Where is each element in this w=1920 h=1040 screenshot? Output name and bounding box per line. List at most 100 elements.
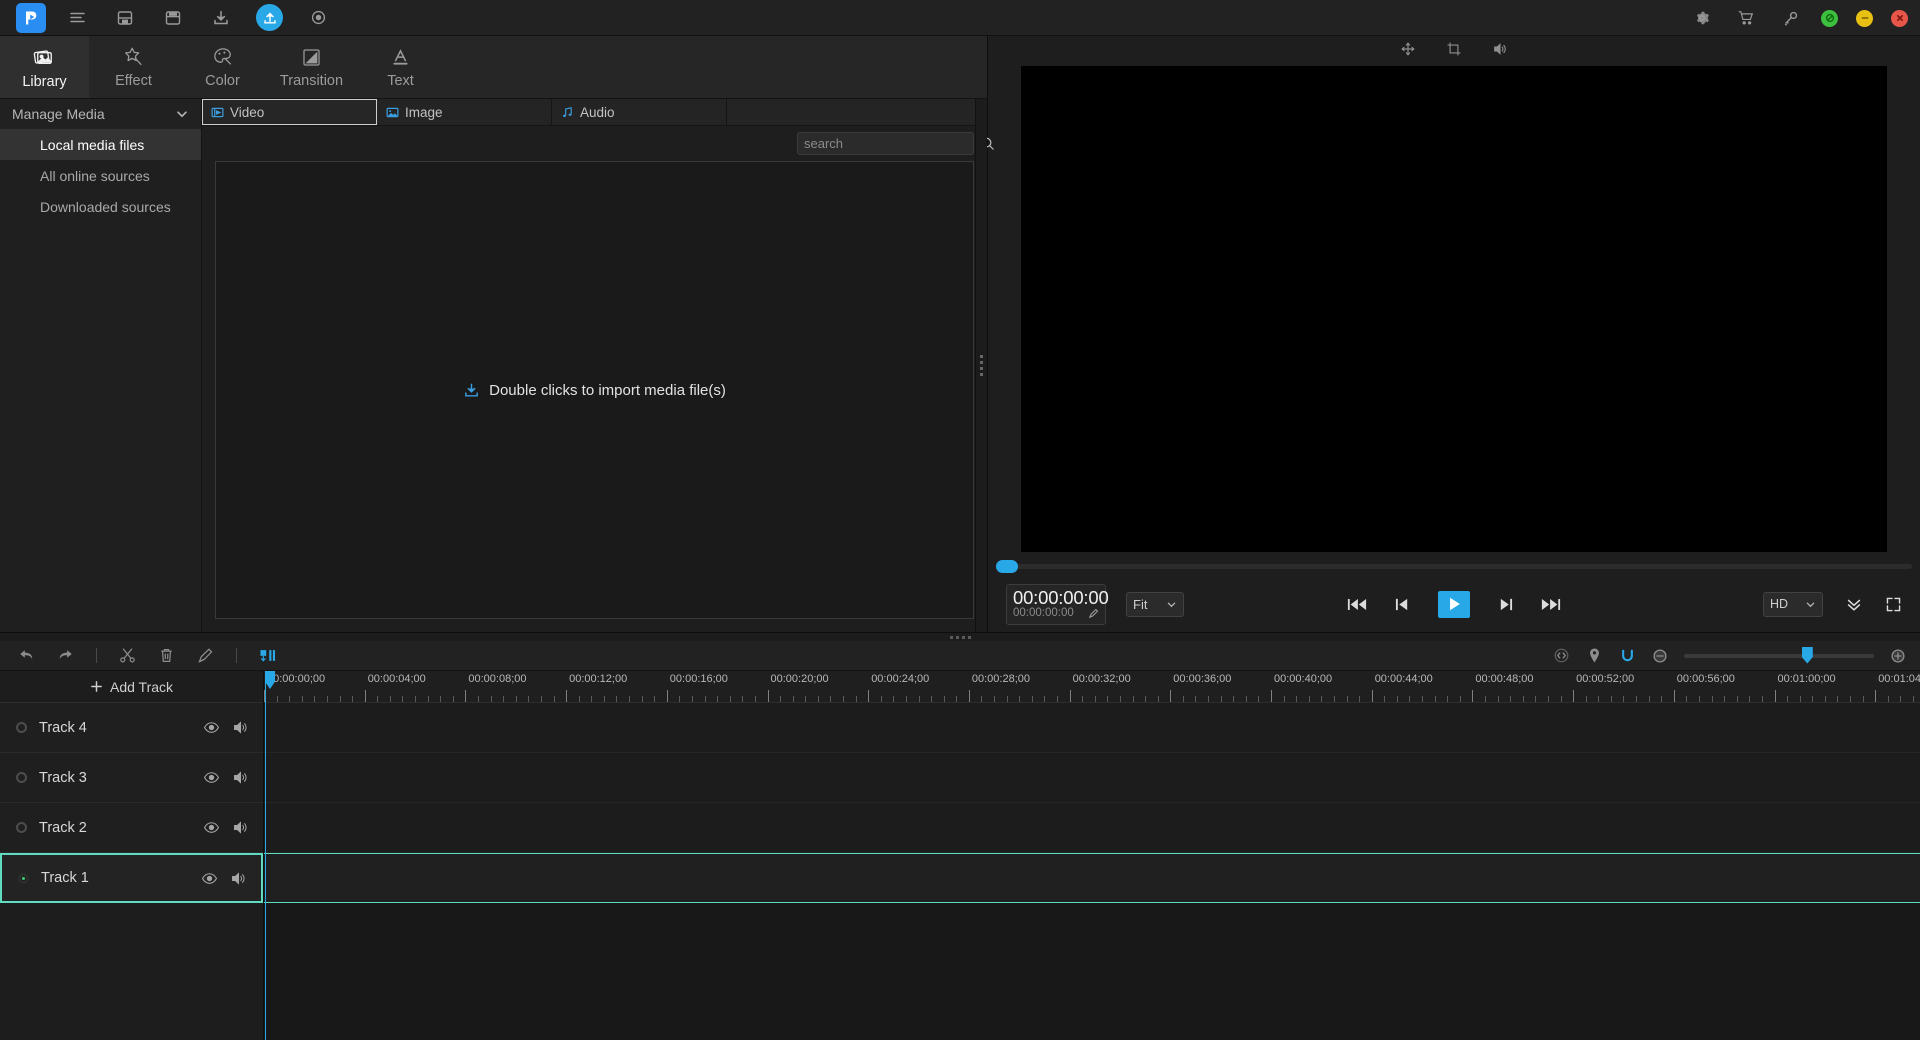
track-visibility-eye-icon[interactable] (203, 769, 220, 786)
split-button[interactable] (119, 647, 136, 664)
key-icon[interactable] (1777, 5, 1803, 31)
timeline-zoom-slider[interactable] (1684, 654, 1874, 658)
track-enable-dot[interactable] (16, 822, 27, 833)
previous-frame-button[interactable] (1395, 596, 1410, 613)
record-icon[interactable] (305, 5, 331, 31)
code-brackets-button[interactable] (1553, 647, 1570, 664)
play-button[interactable] (1438, 591, 1470, 618)
track-header-1[interactable]: Track 1 (0, 853, 263, 903)
timeline-horizontal-splitter[interactable] (0, 633, 1920, 641)
skip-to-start-button[interactable] (1347, 596, 1367, 613)
ruler-tick-minor (1636, 696, 1637, 702)
timeline-zoom-handle[interactable] (1802, 647, 1813, 664)
gear-icon[interactable] (1689, 5, 1715, 31)
track-visibility-eye-icon[interactable] (203, 819, 220, 836)
sidebar-item-all-online-sources[interactable]: All online sources (0, 160, 201, 191)
video-canvas[interactable] (1021, 66, 1887, 552)
panel-vertical-splitter[interactable] (975, 99, 987, 632)
track-enable-dot[interactable] (16, 772, 27, 783)
sidebar-item-downloaded-sources[interactable]: Downloaded sources (0, 191, 201, 222)
ruler-label: 00:00:36;00 (1173, 673, 1231, 685)
preview-scrubber-handle[interactable] (996, 560, 1018, 573)
media-tab-image[interactable]: Image (377, 99, 552, 125)
chevron-down-icon (1166, 599, 1177, 610)
marker-snap-button[interactable] (259, 647, 277, 664)
add-marker-button[interactable] (1586, 647, 1603, 664)
track-header-4[interactable]: Track 4 (0, 703, 263, 753)
zoom-in-button[interactable] (1890, 648, 1906, 664)
edit-pencil-icon[interactable] (1088, 608, 1099, 619)
ruler-tick-minor (1837, 696, 1838, 702)
timeline-ruler[interactable]: 00:00:00;0000:00:04;0000:00:08;0000:00:1… (264, 671, 1920, 703)
preview-scrubber[interactable] (996, 564, 1912, 569)
restore-button[interactable] (1821, 10, 1838, 27)
track-mute-speaker-icon[interactable] (232, 819, 249, 836)
undo-button[interactable] (18, 647, 35, 664)
media-drop-zone[interactable]: Double clicks to import media file(s) (215, 161, 974, 619)
ruler-tick-minor (302, 696, 303, 702)
track-visibility-eye-icon[interactable] (203, 719, 220, 736)
move-tool-icon[interactable] (1400, 41, 1416, 57)
next-frame-button[interactable] (1498, 596, 1513, 613)
fit-mode-label: Fit (1133, 597, 1147, 612)
timecode-display[interactable]: 00:00:00:00 00:00:00:00 (1006, 584, 1106, 625)
ruler-tick-minor (440, 696, 441, 702)
ruler-tick-major (1271, 690, 1272, 702)
track-visibility-eye-icon[interactable] (201, 870, 218, 887)
search-box[interactable] (797, 132, 974, 155)
ruler-tick-minor (1082, 696, 1083, 702)
track-lane-1[interactable] (264, 853, 1920, 903)
redo-button[interactable] (57, 647, 74, 664)
import-icon[interactable] (208, 5, 234, 31)
media-tab-audio[interactable]: Audio (552, 99, 727, 125)
track-mute-speaker-icon[interactable] (232, 769, 249, 786)
ruler-tick-minor (1221, 696, 1222, 702)
track-lane-2[interactable] (264, 803, 1920, 853)
sidebar-item-local-media-files[interactable]: Local media files (0, 129, 201, 160)
minimize-button[interactable] (1856, 10, 1873, 27)
tab-transition[interactable]: Transition (267, 36, 356, 98)
add-track-button[interactable]: Add Track (0, 671, 263, 703)
quality-select[interactable]: HD (1763, 592, 1823, 617)
track-mute-speaker-icon[interactable] (232, 719, 249, 736)
track-header-3[interactable]: Track 3 (0, 753, 263, 803)
chevron-double-down-icon[interactable] (1845, 595, 1863, 613)
track-lane-3[interactable] (264, 753, 1920, 803)
ruler-tick-minor (1548, 696, 1549, 702)
crop-tool-icon[interactable] (1446, 41, 1462, 57)
skip-to-end-button[interactable] (1541, 596, 1561, 613)
zoom-out-button[interactable] (1652, 648, 1668, 664)
playhead[interactable] (265, 671, 266, 1040)
cart-icon[interactable] (1733, 5, 1759, 31)
fullscreen-icon[interactable] (1885, 596, 1902, 613)
ruler-tick-minor (1812, 696, 1813, 702)
export-upload-icon[interactable] (256, 4, 283, 31)
magnet-snap-button[interactable] (1619, 647, 1636, 664)
volume-icon[interactable] (1492, 41, 1508, 57)
track-enable-dot[interactable] (16, 722, 27, 733)
tab-effect[interactable]: Effect (89, 36, 178, 98)
edit-button[interactable] (197, 647, 214, 664)
tab-library[interactable]: Library (0, 36, 89, 98)
track-lane-4[interactable] (264, 703, 1920, 753)
new-project-icon[interactable] (112, 5, 138, 31)
ruler-label: 00:01:00;00 (1778, 673, 1836, 685)
open-project-icon[interactable] (160, 5, 186, 31)
tab-text[interactable]: Text (356, 36, 445, 98)
tab-color[interactable]: Color (178, 36, 267, 98)
close-button[interactable] (1891, 10, 1908, 27)
track-mute-speaker-icon[interactable] (230, 870, 247, 887)
ruler-tick-minor (554, 696, 555, 702)
ruler-tick-minor (541, 696, 542, 702)
delete-button[interactable] (158, 647, 175, 664)
manage-media-dropdown[interactable]: Manage Media (0, 99, 201, 129)
track-enable-dot[interactable] (18, 873, 29, 884)
timeline-empty-area[interactable] (264, 903, 1920, 1040)
track-header-2[interactable]: Track 2 (0, 803, 263, 853)
menu-icon[interactable] (64, 5, 90, 31)
toolbar-divider (96, 648, 97, 663)
media-tab-video[interactable]: Video (202, 99, 377, 125)
fit-mode-select[interactable]: Fit (1126, 592, 1184, 617)
search-input[interactable] (804, 136, 980, 151)
app-logo[interactable] (16, 3, 46, 33)
